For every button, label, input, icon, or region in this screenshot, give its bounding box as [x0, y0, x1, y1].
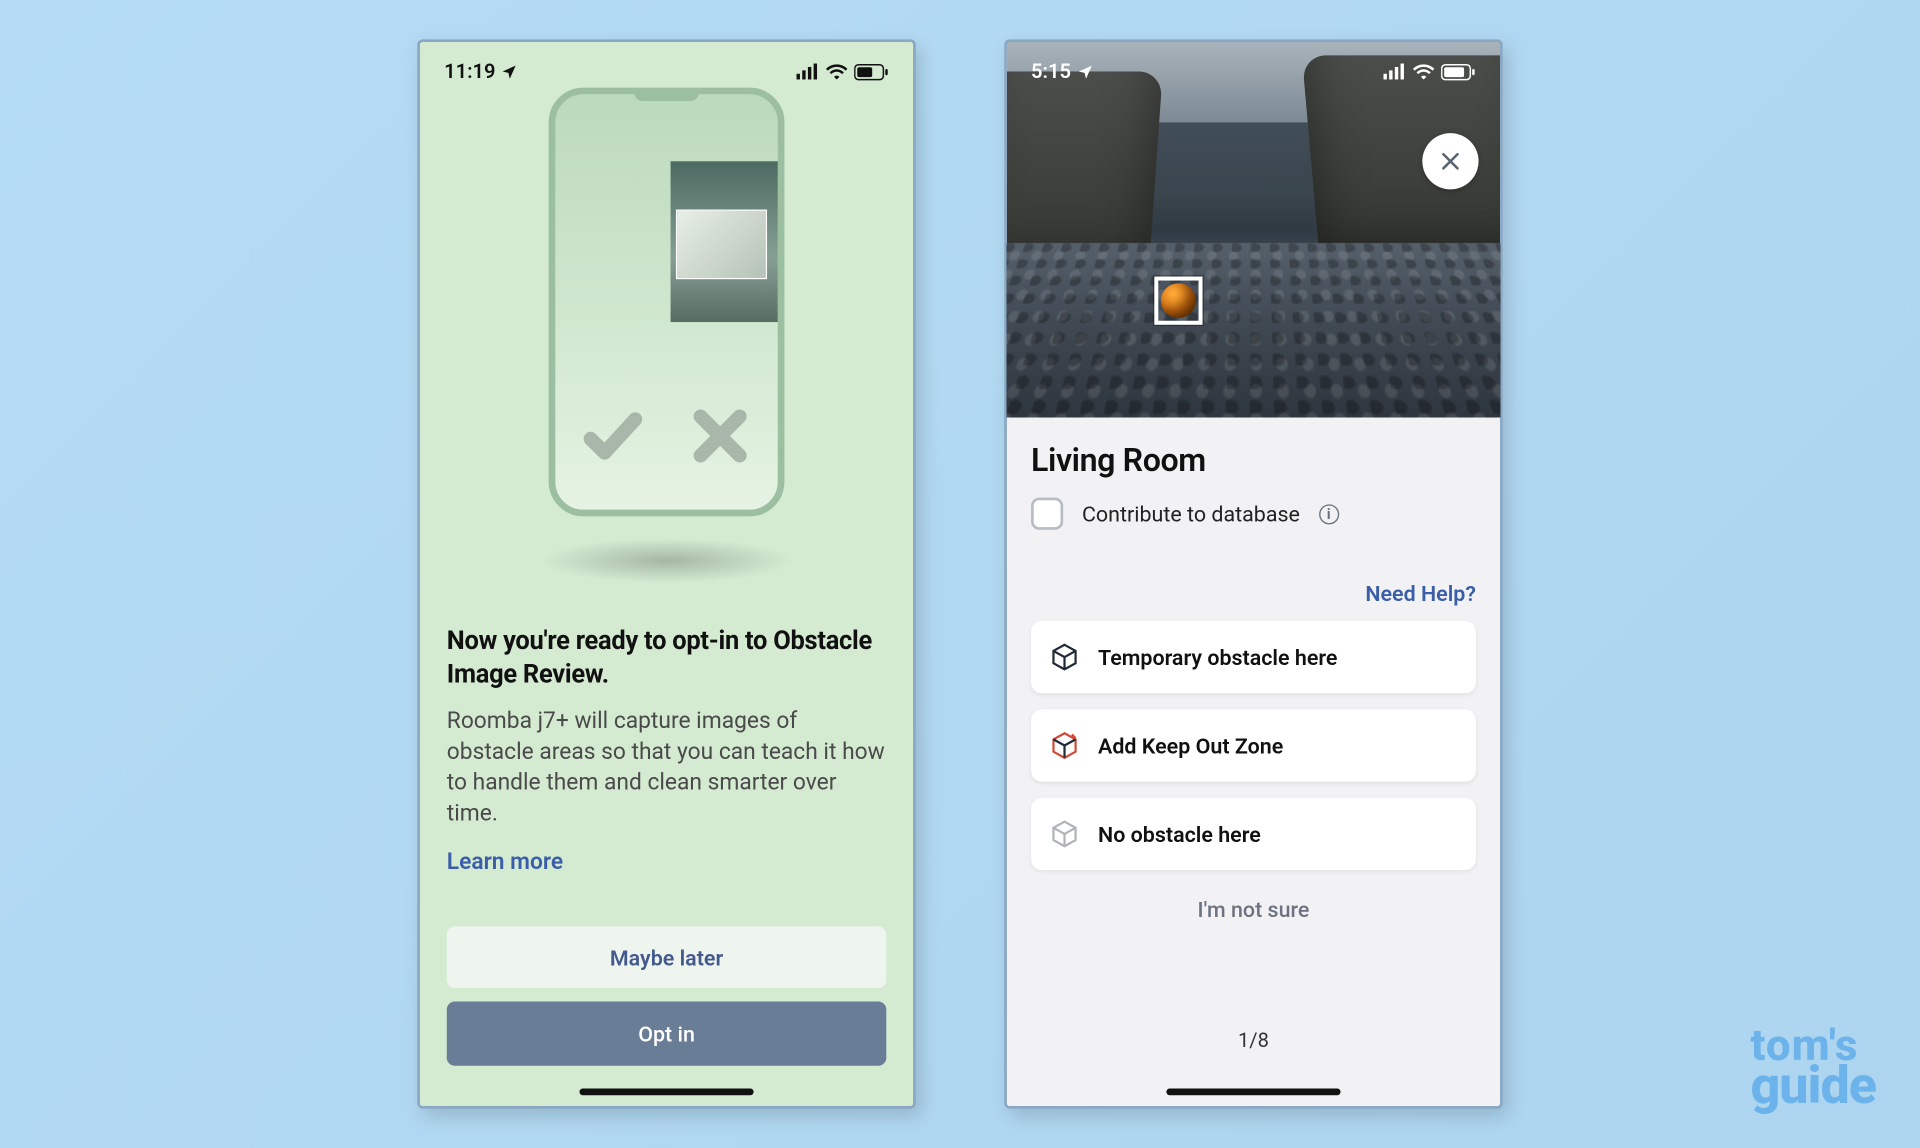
optin-screen: 11:19 Now you're ready to opt-in to Obst… — [417, 39, 915, 1108]
option-label: Add Keep Out Zone — [1098, 733, 1283, 758]
location-icon — [1076, 63, 1093, 80]
home-indicator — [579, 1089, 753, 1096]
info-icon[interactable]: i — [1319, 504, 1339, 524]
cube-outline-icon — [1050, 819, 1079, 848]
status-time: 11:19 — [444, 59, 495, 83]
check-icon — [579, 402, 646, 469]
status-time: 5:15 — [1031, 59, 1071, 83]
option-label: Temporary obstacle here — [1098, 644, 1337, 669]
need-help-link[interactable]: Need Help? — [1365, 581, 1476, 606]
watermark: tom's guide — [1750, 1019, 1876, 1116]
obstacle-review-screen: 5:15 Living Room Contribute to database … — [1004, 39, 1502, 1108]
cellular-icon — [1383, 63, 1406, 79]
contribute-checkbox[interactable] — [1031, 498, 1063, 530]
pager-indicator: 1/8 — [1007, 1028, 1500, 1052]
illustration-obstacle-image — [671, 161, 778, 322]
x-icon — [687, 402, 754, 469]
maybe-later-button[interactable]: Maybe later — [447, 926, 887, 988]
cube-icon — [1050, 642, 1079, 671]
detected-obstacle-box — [1154, 277, 1202, 325]
option-temporary-obstacle[interactable]: Temporary obstacle here — [1031, 621, 1476, 693]
option-no-obstacle[interactable]: No obstacle here — [1031, 798, 1476, 870]
status-bar: 11:19 — [420, 42, 913, 101]
close-button[interactable] — [1422, 133, 1478, 189]
cellular-icon — [797, 63, 820, 79]
illustration-phone — [549, 88, 785, 517]
optin-description: Roomba j7+ will capture images of obstac… — [447, 707, 887, 830]
battery-icon — [854, 63, 889, 80]
option-keep-out-zone[interactable]: Add Keep Out Zone — [1031, 709, 1476, 781]
room-name-title: Living Room — [1031, 441, 1206, 479]
wifi-icon — [1413, 63, 1434, 79]
status-bar: 5:15 — [1007, 42, 1500, 101]
wifi-icon — [826, 63, 847, 79]
learn-more-link[interactable]: Learn more — [447, 849, 563, 876]
option-label: No obstacle here — [1098, 821, 1261, 846]
battery-icon — [1441, 63, 1476, 80]
optin-headline: Now you're ready to opt-in to Obstacle I… — [447, 625, 887, 691]
contribute-label: Contribute to database — [1082, 501, 1300, 526]
home-indicator — [1166, 1089, 1340, 1096]
detected-obstacle-ball — [1161, 283, 1196, 318]
close-icon — [1438, 149, 1462, 173]
location-icon — [501, 63, 518, 80]
keep-out-icon — [1050, 731, 1079, 760]
contribute-row[interactable]: Contribute to database i — [1031, 498, 1339, 530]
not-sure-button[interactable]: I'm not sure — [1007, 897, 1500, 922]
opt-in-button[interactable]: Opt in — [447, 1001, 887, 1065]
illustration-shadow — [539, 538, 794, 584]
